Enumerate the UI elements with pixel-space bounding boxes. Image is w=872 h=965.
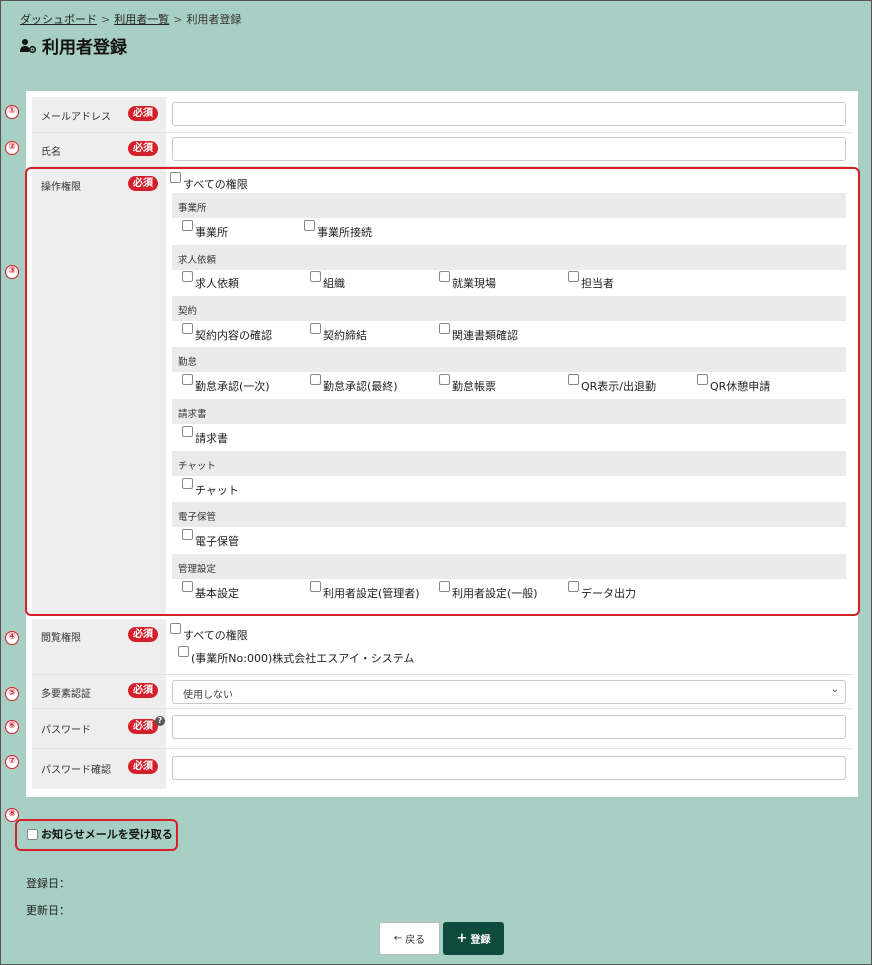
mfa-select[interactable]: 使用しない ⌄ xyxy=(172,680,846,704)
password-confirm-label-cell: パスワード確認 必須 xyxy=(32,749,166,789)
chevron-down-icon: ⌄ xyxy=(830,684,839,695)
annotation-marker-2: ② xyxy=(5,141,19,155)
password-confirm-input[interactable] xyxy=(172,756,846,780)
checkbox[interactable] xyxy=(170,623,181,634)
email-label: メールアドレス xyxy=(41,112,111,123)
updated-date-label: 更新日： xyxy=(26,904,70,917)
required-badge: 必須 xyxy=(128,141,158,156)
page-title: 利用者登録 xyxy=(20,33,127,58)
view-all-label: すべての権限 xyxy=(183,629,248,642)
required-badge: 必須 xyxy=(128,759,158,774)
notify-email-label: お知らせメールを受け取る xyxy=(41,828,173,841)
annotation-marker-8: ⑧ xyxy=(5,808,19,822)
annotation-marker-5: ⑤ xyxy=(5,687,19,701)
user-gear-icon xyxy=(20,38,36,53)
password-input[interactable] xyxy=(172,715,846,739)
breadcrumb-dashboard-link[interactable]: ダッシュボード xyxy=(20,13,97,26)
view-permission-label: 閲覧権限 xyxy=(41,633,81,644)
required-badge: 必須 xyxy=(128,106,158,121)
register-button-label: 登録 xyxy=(470,935,491,946)
view-office-label: (事業所No:000)株式会社エスアイ・システム xyxy=(191,652,415,665)
created-date-label: 登録日： xyxy=(26,877,70,890)
name-label-cell: 氏名 必須 xyxy=(32,133,166,166)
password-label: パスワード xyxy=(41,725,91,736)
breadcrumb-current: 利用者登録 xyxy=(186,13,242,26)
name-input[interactable] xyxy=(172,137,846,161)
required-badge: 必須 xyxy=(128,627,158,642)
mfa-selected-value: 使用しない xyxy=(183,690,233,701)
view-permission-row: 閲覧権限 必須 すべての権限 (事業所No:000)株式会社エスアイ・システム xyxy=(32,619,852,675)
help-icon[interactable]: ? xyxy=(155,716,165,726)
password-label-cell: パスワード 必須 ? xyxy=(32,709,166,748)
breadcrumb: ダッシュボード > 利用者一覧 > 利用者登録 xyxy=(20,11,241,27)
breadcrumb-separator: > xyxy=(101,13,111,26)
annotation-box-operation xyxy=(25,167,860,616)
required-badge: 必須 xyxy=(128,719,158,734)
email-input[interactable] xyxy=(172,102,846,126)
mfa-row: 多要素認証 必須 使用しない ⌄ xyxy=(32,675,852,709)
mfa-label-cell: 多要素認証 必須 xyxy=(32,675,166,708)
name-row: 氏名 必須 xyxy=(32,133,852,167)
password-confirm-row: パスワード確認 必須 xyxy=(32,749,852,789)
annotation-marker-7: ⑦ xyxy=(5,755,19,769)
view-permission-label-cell: 閲覧権限 必須 xyxy=(32,619,166,674)
email-label-cell: メールアドレス 必須 xyxy=(32,97,166,132)
arrow-left-icon: ← xyxy=(393,933,403,944)
register-button[interactable]: + 登録 xyxy=(443,922,504,955)
email-row: メールアドレス 必須 xyxy=(32,97,852,133)
breadcrumb-user-list-link[interactable]: 利用者一覧 xyxy=(114,13,169,26)
required-badge: 必須 xyxy=(128,683,158,698)
notify-email-checkbox[interactable]: お知らせメールを受け取る xyxy=(27,826,173,842)
annotation-marker-6: ⑥ xyxy=(5,720,19,734)
name-label: 氏名 xyxy=(41,147,61,158)
back-button[interactable]: ← 戻る xyxy=(379,922,440,955)
annotation-marker-4: ④ xyxy=(5,631,19,645)
view-all-permissions[interactable]: すべての権限 xyxy=(170,623,248,643)
breadcrumb-separator: > xyxy=(173,13,183,26)
password-confirm-label: パスワード確認 xyxy=(41,765,111,776)
annotation-marker-1: ① xyxy=(5,105,19,119)
back-button-label: 戻る xyxy=(405,935,426,946)
checkbox[interactable] xyxy=(178,646,189,657)
mfa-label: 多要素認証 xyxy=(41,689,91,700)
checkbox[interactable] xyxy=(27,828,38,840)
view-office-permission[interactable]: (事業所No:000)株式会社エスアイ・システム xyxy=(178,646,415,666)
page-title-text: 利用者登録 xyxy=(42,38,127,58)
annotation-marker-3: ③ xyxy=(5,265,19,279)
password-row: パスワード 必須 ? xyxy=(32,709,852,749)
plus-icon: + xyxy=(456,931,468,946)
